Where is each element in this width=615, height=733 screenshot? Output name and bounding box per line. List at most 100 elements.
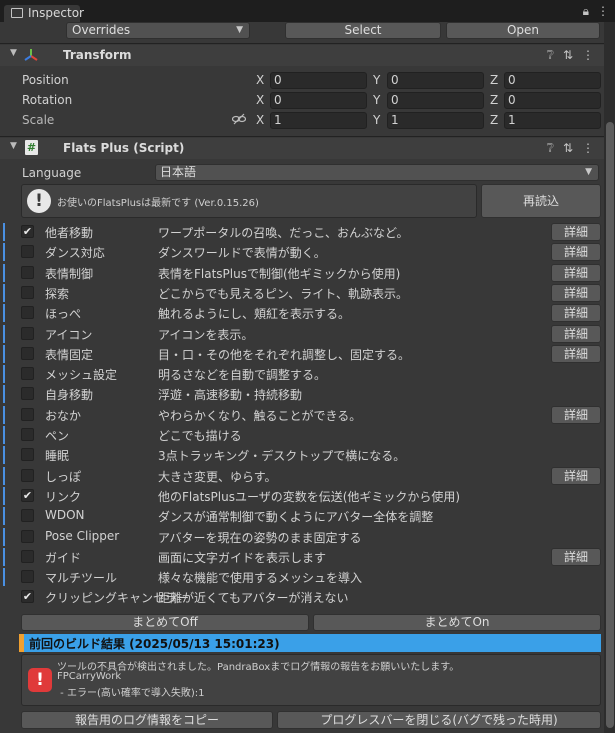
checkmark-icon: ✔ xyxy=(22,225,33,238)
position-x-field[interactable]: 0 xyxy=(270,72,367,89)
module-description: ダンスワールドで表情が動く。 xyxy=(158,246,326,260)
axis-x-label[interactable]: X xyxy=(256,113,264,127)
scrollbar-thumb[interactable] xyxy=(606,122,614,728)
module-checkbox[interactable] xyxy=(21,347,34,360)
unlink-constraint-icon[interactable] xyxy=(232,113,246,125)
kebab-menu-icon[interactable]: ⋮ xyxy=(582,141,594,155)
inspector-tab[interactable]: Inspector xyxy=(4,5,84,22)
scale-z-field[interactable]: 1 xyxy=(504,112,601,129)
axis-x-label[interactable]: X xyxy=(256,93,264,107)
module-name: リンク xyxy=(45,490,82,504)
axis-z-label[interactable]: Z xyxy=(490,93,498,107)
module-checkbox[interactable] xyxy=(21,570,34,583)
module-checkbox[interactable] xyxy=(21,286,34,299)
csharp-script-icon: # xyxy=(25,140,38,155)
module-checkbox[interactable] xyxy=(21,428,34,441)
module-description: 表情をFlatsPlusで制御(他ギミックから使用) xyxy=(158,267,401,281)
module-description: アイコンを表示。 xyxy=(158,328,254,342)
module-name: メッシュ設定 xyxy=(45,368,118,382)
axis-y-label[interactable]: Y xyxy=(373,73,380,87)
module-name: ガイド xyxy=(45,551,82,565)
detail-button[interactable]: 詳細 xyxy=(551,223,601,241)
module-description: どこからでも見えるピン、ライト、軌跡表示。 xyxy=(158,287,408,301)
detail-button[interactable]: 詳細 xyxy=(551,548,601,566)
module-checkbox[interactable]: ✔ xyxy=(21,590,34,603)
presets-icon[interactable]: ⇅ xyxy=(563,48,573,62)
detail-button[interactable]: 詳細 xyxy=(551,406,601,424)
module-row: 睡眠 3点トラッキング・デスクトップで横になる。 xyxy=(0,445,604,465)
presets-icon[interactable]: ⇅ xyxy=(563,141,573,155)
module-checkbox[interactable]: ✔ xyxy=(21,225,34,238)
axis-x-label[interactable]: X xyxy=(256,73,264,87)
module-checkbox[interactable] xyxy=(21,327,34,340)
module-row: 探索 どこからでも見えるピン、ライト、軌跡表示。 詳細 xyxy=(0,283,604,303)
close-progress-button[interactable]: プログレスバーを閉じる(バグで残った時用) xyxy=(277,711,601,729)
detail-button[interactable]: 詳細 xyxy=(551,284,601,302)
module-checkbox[interactable] xyxy=(21,530,34,543)
copy-log-button[interactable]: 報告用のログ情報をコピー xyxy=(21,711,273,729)
divider xyxy=(0,43,615,44)
module-checkbox[interactable] xyxy=(21,550,34,563)
module-description: 3点トラッキング・デスクトップで横になる。 xyxy=(158,449,406,463)
scale-y-field[interactable]: 1 xyxy=(387,112,484,129)
open-button[interactable]: Open xyxy=(446,22,600,39)
foldout-arrow-icon[interactable]: ▼ xyxy=(10,48,17,58)
position-z-field[interactable]: 0 xyxy=(504,72,601,89)
axis-y-label[interactable]: Y xyxy=(373,113,380,127)
module-checkbox[interactable] xyxy=(21,266,34,279)
module-checkbox[interactable] xyxy=(21,408,34,421)
module-description: 画面に文字ガイドを表示します xyxy=(158,551,327,565)
module-checkbox[interactable] xyxy=(21,448,34,461)
module-checkbox[interactable] xyxy=(21,387,34,400)
module-checkbox[interactable]: ✔ xyxy=(21,489,34,502)
help-icon[interactable]: ❔︎ xyxy=(547,141,554,155)
position-y-field[interactable]: 0 xyxy=(387,72,484,89)
rotation-y-field[interactable]: 0 xyxy=(387,92,484,109)
module-checkbox[interactable] xyxy=(21,245,34,258)
transform-header[interactable]: ▼ Transform ❔︎ ⇅ ⋮ xyxy=(0,45,604,66)
detail-button[interactable]: 詳細 xyxy=(551,304,601,322)
language-label: Language xyxy=(22,166,82,180)
detail-button[interactable]: 詳細 xyxy=(551,467,601,485)
kebab-menu-icon[interactable]: ⋮ xyxy=(582,48,594,62)
detail-button[interactable]: 詳細 xyxy=(551,243,601,261)
module-checkbox[interactable] xyxy=(21,367,34,380)
module-checkbox[interactable] xyxy=(21,469,34,482)
module-name: 表情固定 xyxy=(45,348,94,362)
active-marker xyxy=(3,223,5,241)
help-icon[interactable]: ❔︎ xyxy=(547,48,554,62)
rotation-z-field[interactable]: 0 xyxy=(504,92,601,109)
axis-y-label[interactable]: Y xyxy=(373,93,380,107)
active-marker xyxy=(3,467,5,485)
kebab-menu-icon[interactable]: ⋮ xyxy=(597,4,609,18)
all-off-button[interactable]: まとめてOff xyxy=(21,614,309,631)
module-checkbox[interactable] xyxy=(21,509,34,522)
info-helpbox: ! お使いのFlatsPlusは最新です (Ver.0.15.26) xyxy=(21,184,477,218)
foldout-arrow-icon[interactable]: ▼ xyxy=(10,141,17,151)
all-on-button[interactable]: まとめてOn xyxy=(313,614,601,631)
axis-z-label[interactable]: Z xyxy=(490,113,498,127)
chevron-down-icon: ▼ xyxy=(585,167,592,177)
active-marker xyxy=(3,304,5,322)
module-name: WDON xyxy=(45,508,85,522)
module-name: 表情制御 xyxy=(45,267,94,281)
rotation-x-field[interactable]: 0 xyxy=(270,92,367,109)
module-name: おなか xyxy=(45,409,82,423)
scale-x-field[interactable]: 1 xyxy=(270,112,367,129)
select-button[interactable]: Select xyxy=(285,22,441,39)
module-row: Pose Clipper アバターを現在の姿勢のまま固定する xyxy=(0,527,604,547)
flats-plus-header[interactable]: ▼ # Flats Plus (Script) ❔︎ ⇅ ⋮ xyxy=(0,138,604,159)
active-marker xyxy=(3,243,5,261)
reload-button[interactable]: 再読込 xyxy=(481,184,601,218)
language-dropdown[interactable]: 日本語 ▼ xyxy=(155,164,599,181)
active-marker xyxy=(3,528,5,546)
overrides-dropdown[interactable]: Overrides ▼ xyxy=(66,22,250,39)
detail-button[interactable]: 詳細 xyxy=(551,325,601,343)
axis-z-label[interactable]: Z xyxy=(490,73,498,87)
module-description: アバターを現在の姿勢のまま固定する xyxy=(158,531,362,545)
detail-button[interactable]: 詳細 xyxy=(551,345,601,363)
detail-button[interactable]: 詳細 xyxy=(551,264,601,282)
module-checkbox[interactable] xyxy=(21,306,34,319)
lock-icon[interactable]: 🔒︎ xyxy=(583,4,589,18)
active-marker xyxy=(3,426,5,444)
